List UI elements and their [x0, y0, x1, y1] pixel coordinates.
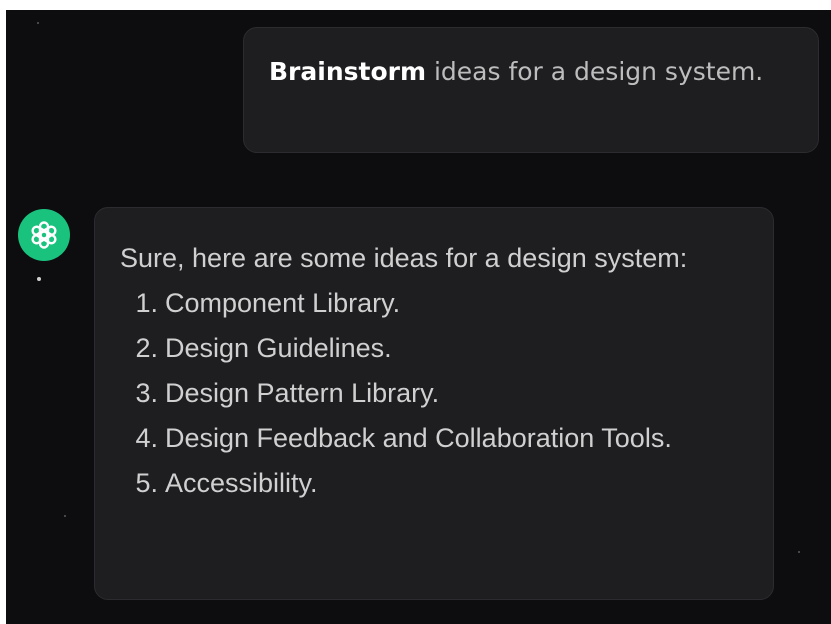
list-item: 5. Accessibility. [120, 461, 751, 506]
list-item: 1. Component Library. [120, 281, 751, 326]
list-item-number: 2. [135, 333, 158, 363]
list-item-number: 5. [135, 468, 158, 498]
status-dot [37, 277, 41, 281]
openai-logo-icon [31, 221, 57, 249]
list-item-number: 3. [135, 378, 158, 408]
list-item-number: 1. [135, 288, 158, 318]
list-item-text: Design Feedback and Collaboration Tools. [165, 423, 672, 453]
user-message-text: ideas for a design system. [426, 57, 764, 86]
assistant-message-bubble: Sure, here are some ideas for a design s… [94, 207, 774, 600]
list-item-number: 4. [135, 423, 158, 453]
user-message-bubble: Brainstorm ideas for a design system. [243, 27, 819, 153]
user-message-bold-text: Brainstorm [269, 57, 427, 86]
list-item: 4. Design Feedback and Collaboration Too… [120, 416, 751, 461]
assistant-avatar [18, 209, 70, 261]
background-speck [37, 22, 39, 24]
assistant-intro-text: Sure, here are some ideas for a design s… [120, 243, 688, 273]
list-item-text: Design Guidelines. [165, 333, 392, 363]
background-speck [64, 515, 66, 517]
chat-canvas: Brainstorm ideas for a design system. Su… [6, 10, 831, 624]
background-speck [798, 551, 800, 553]
list-item: 2. Design Guidelines. [120, 326, 751, 371]
assistant-idea-list: 1. Component Library. 2. Design Guidelin… [120, 281, 751, 506]
list-item-text: Design Pattern Library. [165, 378, 440, 408]
list-item: 3. Design Pattern Library. [120, 371, 751, 416]
list-item-text: Component Library. [165, 288, 401, 318]
list-item-text: Accessibility. [165, 468, 318, 498]
